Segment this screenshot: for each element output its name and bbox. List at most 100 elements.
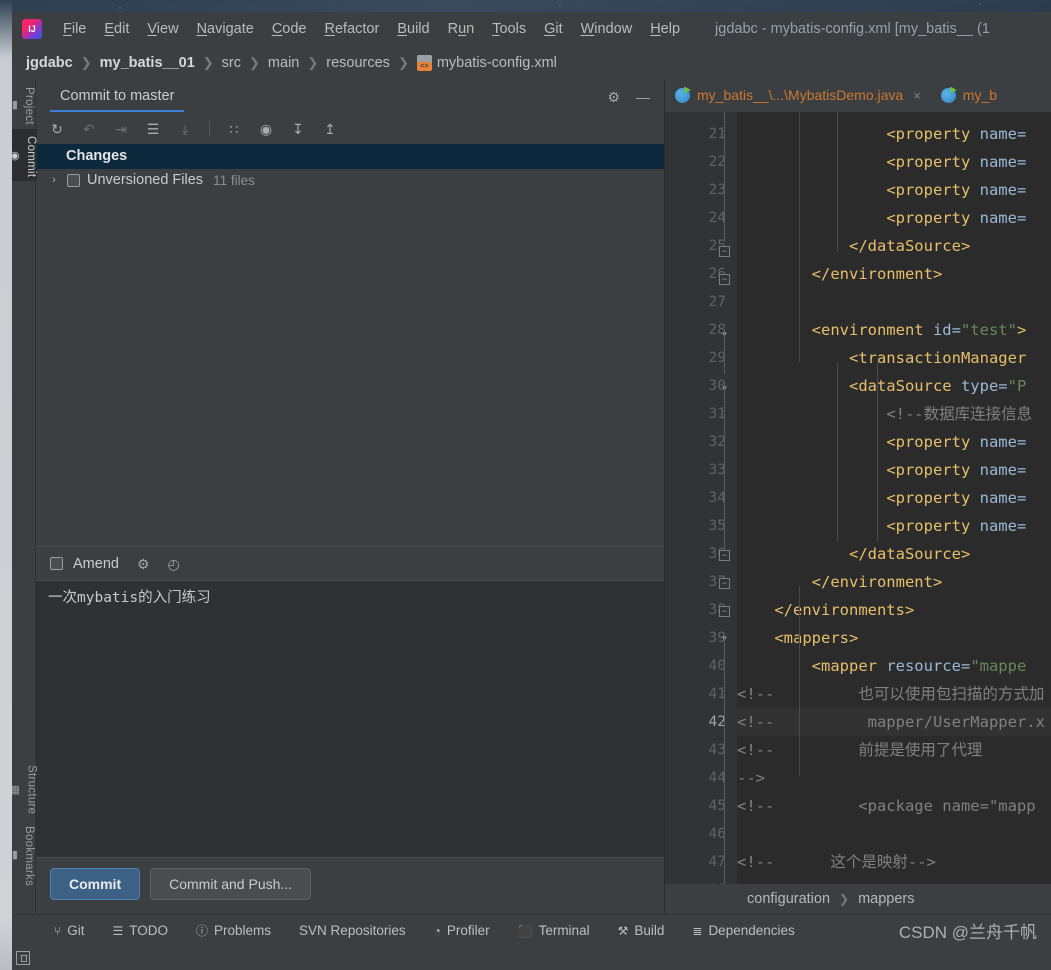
sidebar-item-bookmarks[interactable]: Bookmarks ▮ <box>12 819 35 890</box>
code-line-45[interactable]: <!-- <package name="mapp <box>737 792 1051 820</box>
code-line-37[interactable]: </environment> <box>737 568 1051 596</box>
sidebar-item-structure[interactable]: Structure ▦ <box>12 758 37 818</box>
rollback-icon[interactable]: ↶ <box>78 118 100 140</box>
breadcrumb-item-1[interactable]: my_batis__01 <box>100 55 195 71</box>
refresh-icon[interactable]: ↻ <box>46 118 68 140</box>
fold-collapse-icon[interactable]: − <box>719 578 730 589</box>
amend-checkbox[interactable] <box>50 557 63 570</box>
menu-item-view[interactable]: View <box>138 18 187 40</box>
menu-item-window[interactable]: Window <box>572 18 642 40</box>
menu-item-tools[interactable]: Tools <box>483 18 535 40</box>
fold-collapse-icon[interactable]: − <box>719 274 730 285</box>
tool-button-profiler[interactable]: ◔ Profiler <box>420 923 504 938</box>
tab-mybatisdemo-java[interactable]: my_batis__\...\MybatisDemo.java × <box>665 80 931 112</box>
tool-button-build[interactable]: ⚒ Build <box>604 923 679 938</box>
breadcrumb-item-0[interactable]: jgdabc <box>26 55 73 71</box>
gear-icon[interactable]: ⚙ <box>607 90 620 104</box>
code-line-47[interactable]: <!-- 这个是映射--> <box>737 848 1051 876</box>
navigation-breadcrumb-bar: jgdabc ❯ my_batis__01 ❯ src ❯ main ❯ resources ❯ m… <box>12 46 1051 80</box>
code-line-43[interactable]: <!-- 前提是使用了代理 <box>737 736 1051 764</box>
code-line-34[interactable]: <property name= <box>737 484 1051 512</box>
menu-item-run[interactable]: Run <box>439 18 484 40</box>
code-line-33[interactable]: <property name= <box>737 456 1051 484</box>
breadcrumb-item-4[interactable]: resources <box>326 55 390 71</box>
fold-collapse-icon[interactable]: − <box>719 246 730 257</box>
sidebar-item-project[interactable]: Project ▮ <box>12 80 35 129</box>
tool-button-terminal[interactable]: ⬛ Terminal <box>504 923 604 938</box>
sidebar-item-commit[interactable]: Commit ◉ <box>12 128 37 182</box>
breadcrumb-item-2[interactable]: src <box>222 55 241 71</box>
code-line-48[interactable] <box>737 876 1051 884</box>
menu-item-build[interactable]: Build <box>388 18 438 40</box>
editor-gutter[interactable]: 2021222324252627282930313233343536373839… <box>665 112 737 884</box>
expand-all-icon[interactable]: ↧ <box>287 118 309 140</box>
show-diff-icon[interactable]: ☰ <box>142 118 164 140</box>
changes-tree: Changes › Unversioned Files 11 files <box>36 144 664 546</box>
code-line-25[interactable]: </dataSource> <box>737 232 1051 260</box>
chevron-right-icon[interactable]: › <box>48 174 60 186</box>
code-line-31[interactable]: <!--数据库连接信息 <box>737 400 1051 428</box>
breadcrumb-item-3[interactable]: main <box>268 55 299 71</box>
code-editor[interactable]: 2021222324252627282930313233343536373839… <box>665 112 1051 884</box>
code-line-32[interactable]: <property name= <box>737 428 1051 456</box>
commit-and-push-button[interactable]: Commit and Push... <box>150 868 312 900</box>
minimize-icon[interactable]: — <box>636 90 650 104</box>
commit-message-input[interactable]: 一次mybatis的入门练习 <box>36 580 664 858</box>
collapse-all-icon[interactable]: ↥ <box>319 118 341 140</box>
menu-item-file[interactable]: File <box>54 18 95 40</box>
code-line-40[interactable]: <mapper resource="mappe <box>737 652 1051 680</box>
commit-history-clock-icon[interactable]: ◴ <box>168 557 180 571</box>
tool-button-svn-repositories[interactable]: SVN Repositories <box>285 923 420 938</box>
code-line-44[interactable]: --> <box>737 764 1051 792</box>
code-line-41[interactable]: <!-- 也可以使用包扫描的方式加 <box>737 680 1051 708</box>
code-line-35[interactable]: <property name= <box>737 512 1051 540</box>
unversioned-files-checkbox[interactable] <box>67 173 80 187</box>
code-line-24[interactable]: <property name= <box>737 204 1051 232</box>
menu-item-navigate[interactable]: Navigate <box>188 18 263 40</box>
code-line-20[interactable] <box>737 112 1051 120</box>
commit-options-gear-icon[interactable]: ⚙ <box>137 557 150 571</box>
code-text-column[interactable]: <property name= <property name= <propert… <box>737 112 1051 884</box>
code-line-26[interactable]: </environment> <box>737 260 1051 288</box>
toolbar-separator <box>209 121 210 137</box>
tab-commit-to-master[interactable]: Commit to master <box>48 82 186 112</box>
breadcrumb-configuration[interactable]: configuration <box>747 891 830 907</box>
code-line-29[interactable]: <transactionManager <box>737 344 1051 372</box>
code-line-46[interactable] <box>737 820 1051 848</box>
tab-my-batis-second[interactable]: my_b <box>931 80 1007 112</box>
breadcrumb-mappers[interactable]: mappers <box>858 891 914 907</box>
code-token: type= <box>951 377 1008 395</box>
code-line-22[interactable]: <property name= <box>737 148 1051 176</box>
menu-item-refactor[interactable]: Refactor <box>316 18 389 40</box>
menu-item-edit[interactable]: Edit <box>95 18 138 40</box>
code-line-38[interactable]: </environments> <box>737 596 1051 624</box>
code-line-21[interactable]: <property name= <box>737 120 1051 148</box>
changes-group-header[interactable]: Changes <box>36 144 664 169</box>
menu-item-code[interactable]: Code <box>263 18 316 40</box>
shelve-icon[interactable]: ⇥ <box>110 118 132 140</box>
status-bar: ⑂ Git ☰ TODO ⓘ Problems SVN Repositories ◔ Profi… <box>12 914 1051 946</box>
breadcrumb-item-5[interactable]: mybatis-config.xml <box>437 55 557 71</box>
tool-button-dependencies[interactable]: ≣ Dependencies <box>678 923 808 938</box>
fold-collapse-icon[interactable]: − <box>719 550 730 561</box>
code-line-39[interactable]: <mappers> <box>737 624 1051 652</box>
update-icon[interactable]: ⤓ <box>174 118 196 140</box>
fold-collapse-icon[interactable]: − <box>719 606 730 617</box>
menu-item-help[interactable]: Help <box>641 18 689 40</box>
group-by-icon[interactable]: ∷ <box>223 118 245 140</box>
tool-button-problems[interactable]: ⓘ Problems <box>182 922 285 939</box>
code-line-30[interactable]: <dataSource type="P <box>737 372 1051 400</box>
list-item[interactable]: › Unversioned Files 11 files <box>36 169 664 191</box>
code-line-23[interactable]: <property name= <box>737 176 1051 204</box>
code-line-36[interactable]: </dataSource> <box>737 540 1051 568</box>
tool-button-todo[interactable]: ☰ TODO <box>98 923 182 938</box>
close-icon[interactable]: × <box>913 88 921 103</box>
preview-diff-icon[interactable]: ◉ <box>255 118 277 140</box>
code-line-42[interactable]: <!-- mapper/UserMapper.x <box>737 708 1051 736</box>
menu-item-git[interactable]: Git <box>535 18 572 40</box>
code-line-27[interactable] <box>737 288 1051 316</box>
layout-toggle-icon[interactable] <box>16 951 30 965</box>
commit-button[interactable]: Commit <box>50 868 141 900</box>
code-line-28[interactable]: <environment id="test"> <box>737 316 1051 344</box>
tool-button-git[interactable]: ⑂ Git <box>40 923 98 938</box>
